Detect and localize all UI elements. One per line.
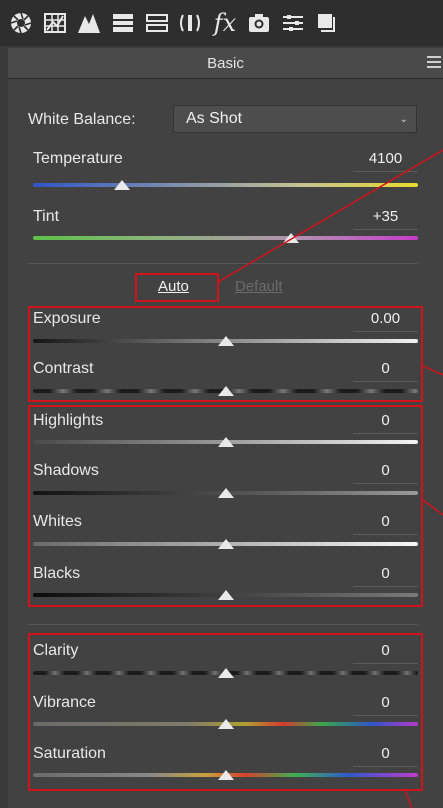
annotation-line [422,365,443,376]
annotation-line [404,790,413,808]
annotation-lines [217,149,443,808]
annotation-line [422,499,443,516]
annotation-line [217,149,443,283]
